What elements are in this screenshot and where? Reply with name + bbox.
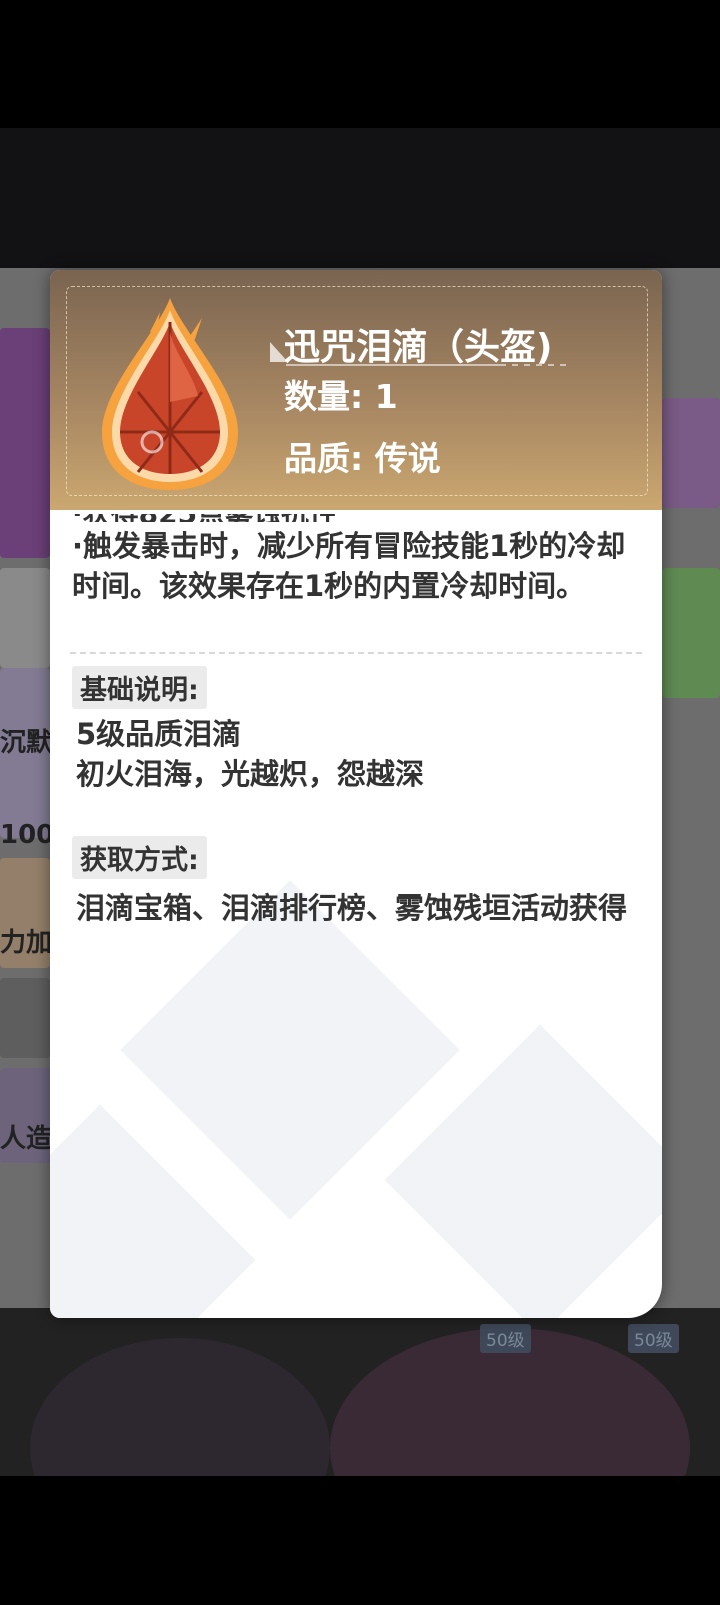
- effect-description: ·触发暴击时，减少所有冒险技能1秒的冷却时间。该效果存在1秒的内置冷却时间。: [72, 529, 626, 603]
- background-card-grey: [0, 978, 50, 1058]
- background-character: [30, 1338, 330, 1476]
- quality-value: 传说: [374, 439, 441, 478]
- background-character-area: 50级 50级: [0, 1308, 720, 1476]
- quality-row: 品质: 传说: [284, 432, 441, 480]
- quantity-value: 1: [374, 377, 398, 416]
- quantity-label: 数量: [284, 377, 350, 416]
- fire-teardrop-gem-icon: [102, 298, 238, 490]
- level-badge: 50级: [480, 1324, 531, 1353]
- quantity-row: 数量: 1: [284, 370, 398, 418]
- item-detail-popup[interactable]: 迅咒泪滴（头盔) 数量: 1 品质: 传说 ·获得825点雾蚀抗性 ·触发暴击时…: [50, 270, 662, 1318]
- level-badge: 50级: [628, 1324, 679, 1353]
- section-divider: [70, 652, 642, 654]
- clipped-effect-line: ·获得825点雾蚀抗性: [72, 514, 452, 522]
- background-fragment: 人造: [0, 1124, 53, 1154]
- background-right-gem-green: [662, 568, 720, 698]
- quality-label: 品质: [284, 439, 350, 478]
- obtain-method-text: 泪滴宝箱、泪滴排行榜、雾蚀残垣活动获得: [76, 891, 628, 925]
- popup-body[interactable]: ·获得825点雾蚀抗性 ·触发暴击时，减少所有冒险技能1秒的冷却时间。该效果存在…: [50, 510, 662, 1318]
- background-top-bar: [0, 128, 720, 268]
- basic-info-line: 5级品质泪滴: [76, 717, 242, 751]
- title-underline-dots: [512, 364, 568, 366]
- background-card-light: [0, 568, 50, 668]
- title-underline: [286, 364, 506, 366]
- background-right-gem-purple: [662, 398, 720, 508]
- popup-header: 迅咒泪滴（头盔) 数量: 1 品质: 传说: [50, 270, 662, 510]
- item-title: 迅咒泪滴（头盔): [284, 327, 553, 368]
- background-fragment: 沉默: [0, 728, 53, 758]
- basic-info-line: 初火泪海，光越炽，怨越深: [76, 757, 425, 791]
- quantity-separator: :: [350, 377, 364, 416]
- clipped-effect-text: ·获得825点雾蚀抗性: [72, 514, 337, 522]
- background-fragment: 100: [0, 820, 55, 850]
- background-fragment: 力加: [0, 928, 53, 958]
- quality-separator: :: [350, 439, 364, 478]
- obtain-method-label: 获取方式:: [72, 836, 207, 879]
- basic-info-label: 基础说明:: [72, 666, 207, 709]
- background-card-purple: [0, 328, 50, 558]
